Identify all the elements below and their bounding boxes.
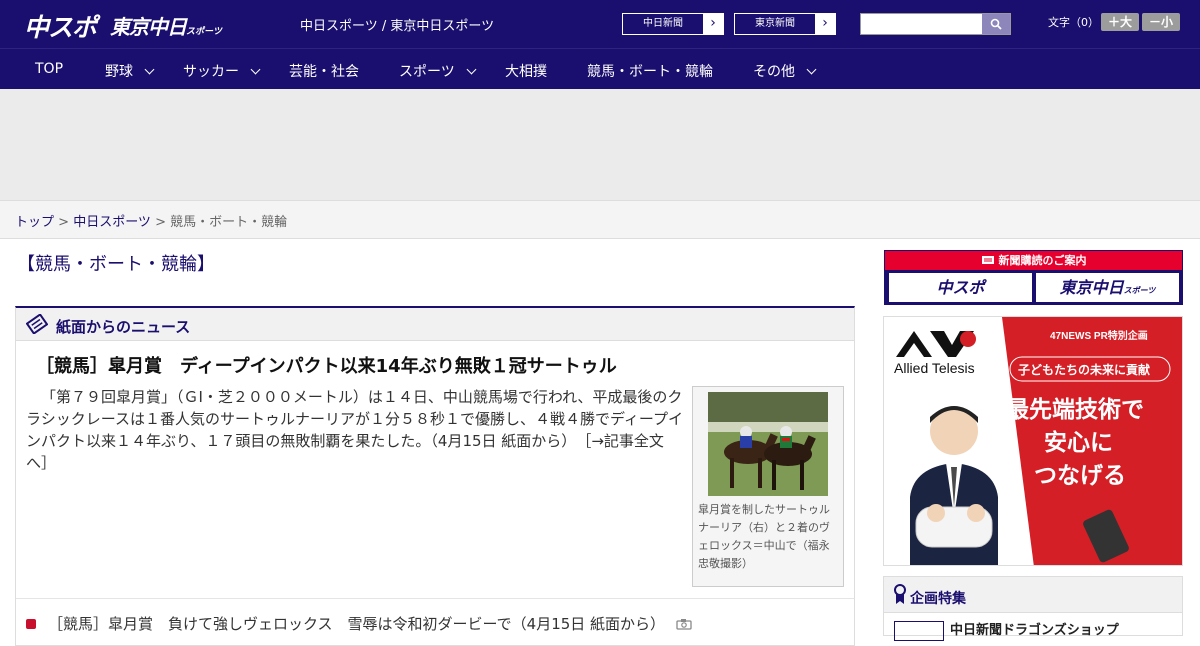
news-section-title: 紙面からのニュース [56, 318, 191, 336]
article-headline[interactable]: ［競馬］皐月賞 ディープインパクト以来14年ぶり無敗１冠サートゥル [36, 352, 617, 378]
breadcrumb-site[interactable]: 中日スポーツ [73, 215, 151, 230]
article-lede: 「第７９回皐月賞」（ＧⅠ・芝２０００メートル）は１４日、中山競馬場で行われ、平成… [26, 388, 684, 472]
ad-brand: Allied Telesis [894, 360, 975, 376]
chevron-right-icon: › [822, 15, 828, 31]
chevron-down-icon [250, 64, 261, 75]
subscription-title: 新聞購読のご案内 [885, 251, 1182, 270]
nav-item-other[interactable]: その他 [753, 61, 817, 81]
nav-item-soccer[interactable]: サッカー [183, 61, 261, 81]
news-section: 紙面からのニュース ［競馬］皐月賞 ディープインパクト以来14年ぶり無敗１冠サー… [15, 306, 855, 646]
nav-item-sports[interactable]: スポーツ [399, 61, 477, 81]
ad-headline-1: 最先端技術で [1006, 396, 1144, 422]
nav-item-baseball[interactable]: 野球 [105, 61, 155, 81]
nav-item-entertainment[interactable]: 芸能・社会 [289, 61, 359, 81]
article-photo[interactable]: 皐月賞を制したサートゥルナーリア（右）と２着のヴェロックス＝中山で（福永忠敬撮影… [692, 386, 844, 587]
breadcrumb: トップ > 中日スポーツ > 競馬・ボート・競輪 [0, 200, 1200, 239]
ad-tag: 47NEWS PR特別企画 [1050, 329, 1148, 342]
search-button[interactable] [982, 14, 1010, 34]
sponsored-ad[interactable]: Allied Telesis 47NEWS PR特別企画 子どもたちの未来に貢献… [883, 316, 1183, 566]
nav-item-sumo[interactable]: 大相撲 [505, 61, 547, 81]
subscribe-chuspo-button[interactable]: 中スポ [889, 273, 1032, 302]
search-icon [990, 18, 1002, 30]
ad-subtitle: 子どもたちの未来に貢献 [1018, 362, 1150, 377]
award-icon [894, 584, 906, 604]
subscription-banner[interactable]: 新聞購読のご案内 中スポ 東京中日スポーツ [884, 250, 1183, 305]
chuspo-logo[interactable]: 中スポ [24, 8, 97, 44]
ad-headline-3: つなげる [1034, 462, 1126, 488]
font-larger-button[interactable]: ＋大 [1101, 13, 1139, 31]
news-section-header: 紙面からのニュース [16, 308, 854, 341]
feature-thumbnail[interactable] [894, 621, 944, 641]
site-names: 中日スポーツ / 東京中日スポーツ [300, 19, 495, 34]
main-nav: TOP 野球 サッカー 芸能・社会 スポーツ 大相撲 競馬・ボート・競輪 その他 [0, 48, 1200, 89]
ad-artwork: Allied Telesis 47NEWS PR特別企画 子どもたちの未来に貢献… [884, 317, 1182, 565]
font-size-label: 文字（0） [1048, 16, 1099, 29]
horse-race-photo [708, 392, 828, 496]
news-list-item[interactable]: ［競馬］皐月賞 負けて強しヴェロックス 雪辱は令和初ダービーで（4月15日 紙面… [26, 613, 692, 634]
feature-section: 企画特集 中日新聞ドラゴンズショップ [883, 576, 1183, 641]
newspaper-icon [26, 314, 48, 334]
bullet-icon [26, 619, 36, 629]
breadcrumb-current: 競馬・ボート・競輪 [170, 215, 288, 230]
chevron-down-icon [806, 64, 817, 75]
chevron-down-icon [466, 64, 477, 75]
breadcrumb-home[interactable]: トップ [15, 215, 54, 230]
site-header: 中スポ 東京中日スポーツ 中日スポーツ / 東京中日スポーツ 中日新聞 › 東京… [0, 0, 1200, 48]
subscribe-tokyo-chunichi-button[interactable]: 東京中日スポーツ [1036, 273, 1179, 302]
nav-item-keiba[interactable]: 競馬・ボート・競輪 [587, 61, 713, 81]
chevron-down-icon [144, 64, 155, 75]
font-smaller-button[interactable]: －小 [1142, 13, 1180, 31]
feature-item-link[interactable]: 中日新聞ドラゴンズショップ [950, 619, 1119, 638]
ad-banner-area [0, 89, 1200, 200]
search-input[interactable] [861, 14, 983, 34]
divider [16, 598, 854, 599]
camera-icon [676, 619, 692, 630]
tokyo-shimbun-link[interactable]: 東京新聞 › [734, 13, 836, 35]
nav-item-top[interactable]: TOP [35, 61, 63, 77]
feature-section-header: 企画特集 [884, 577, 1182, 613]
search-box [860, 13, 1011, 35]
chevron-right-icon: › [710, 15, 716, 31]
newspaper-icon [981, 256, 994, 264]
chunichi-shimbun-link[interactable]: 中日新聞 › [622, 13, 724, 35]
page-title: 【競馬・ボート・競輪】 [17, 254, 215, 275]
photo-caption: 皐月賞を制したサートゥルナーリア（右）と２着のヴェロックス＝中山で（福永忠敬撮影… [698, 503, 830, 570]
tokyo-chunichi-logo[interactable]: 東京中日スポーツ [110, 11, 222, 40]
feature-section-title: 企画特集 [910, 591, 966, 607]
ad-headline-2: 安心に [1044, 429, 1113, 455]
